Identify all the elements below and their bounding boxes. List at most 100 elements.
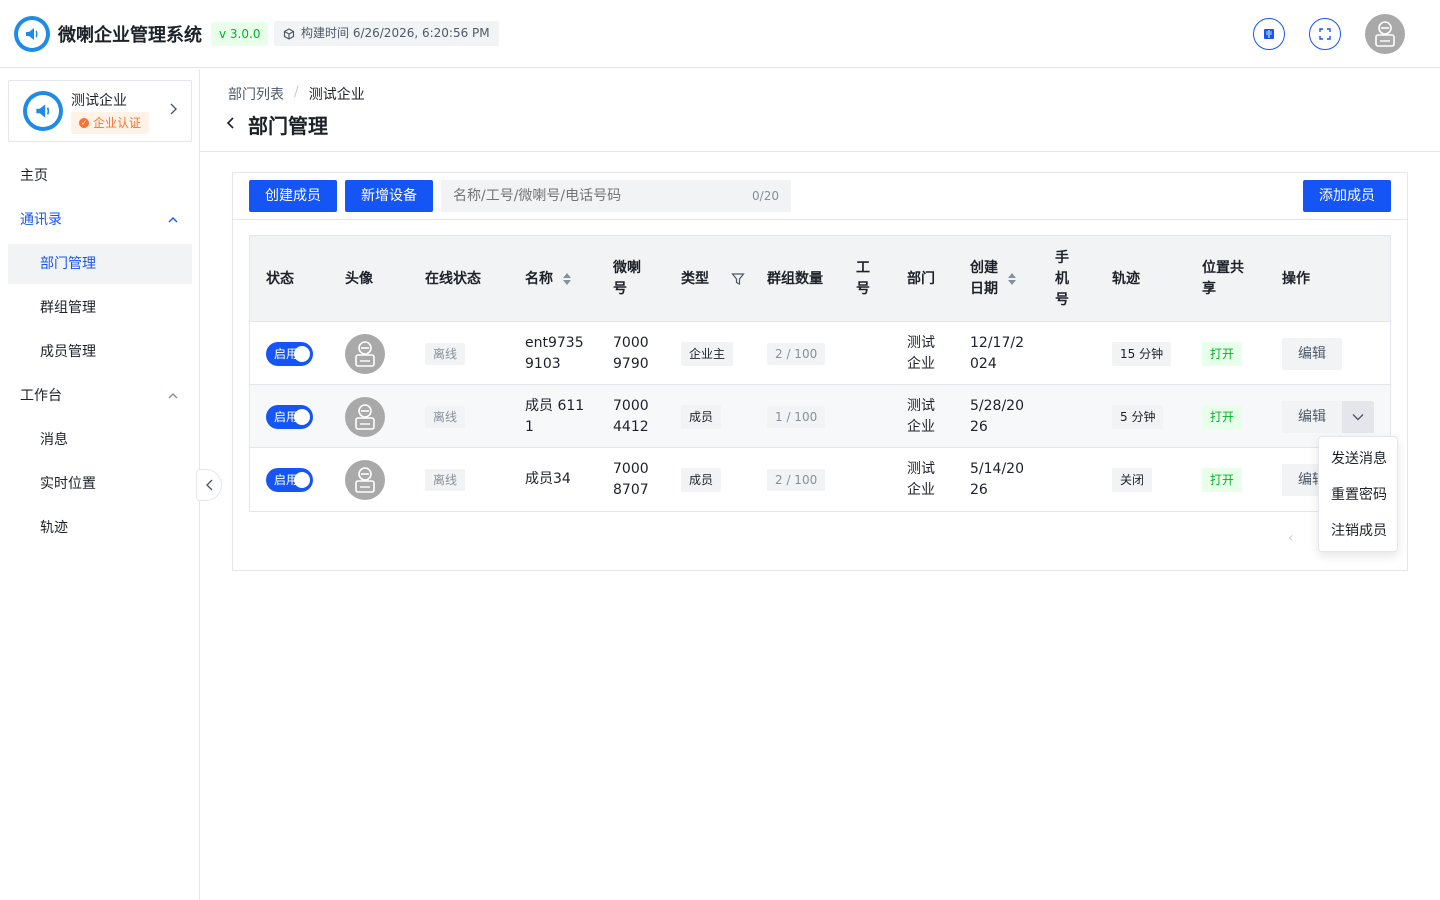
nav-messages[interactable]: 消息 — [8, 420, 192, 460]
build-time-badge: 构建时间 6/26/2026, 6:20:56 PM — [274, 21, 499, 46]
menu-item-reset-password[interactable]: 重置密码 — [1319, 477, 1397, 513]
col-name[interactable]: 名称 — [525, 236, 571, 322]
chevron-down-icon — [1352, 413, 1364, 420]
location-share-tag: 打开 — [1202, 467, 1243, 492]
nav-group-contacts[interactable]: 通讯录 — [8, 200, 192, 240]
type-tag: 成员 — [681, 467, 722, 492]
col-online: 在线状态 — [425, 270, 481, 287]
nav-group-workbench[interactable]: 工作台 — [8, 376, 192, 416]
member-avatar-icon — [345, 459, 385, 500]
add-member-button[interactable]: 添加成员 — [1303, 180, 1391, 212]
col-weila-id: 微喇 号 — [613, 260, 641, 297]
nav-realtime-location[interactable]: 实时位置 — [8, 464, 192, 504]
breadcrumb: 部门列表 / 测试企业 — [228, 84, 365, 104]
sort-icon[interactable] — [1008, 273, 1016, 285]
fullscreen-button[interactable] — [1309, 18, 1341, 50]
member-avatar-icon — [345, 333, 385, 374]
nav-label: 通讯录 — [20, 212, 62, 228]
table-header: 状态 头像 在线状态 名称 微喇 号 类型 群组数量 工 号 部门 创建 日期 … — [250, 236, 1390, 322]
sort-icon[interactable] — [563, 273, 571, 285]
nav-label: 工作台 — [20, 388, 62, 404]
member-name: 成员 611 1 — [525, 397, 585, 435]
member-table-card: 创建成员 新增设备 0/20 添加成员 状态 头像 在线状态 名称 微喇 号 类… — [232, 172, 1408, 571]
table-row: 启用 离线 成员 611 1 7000 4412 成员 1 / 100 测试 企… — [250, 385, 1390, 448]
group-count-tag: 1 / 100 — [767, 405, 826, 428]
col-created[interactable]: 创建 日期 — [970, 236, 1016, 322]
member-avatar-icon — [345, 396, 385, 437]
created-date: 12/17/2 024 — [970, 334, 1024, 372]
company-switcher[interactable]: 测试企业 ✓ 企业认证 — [8, 80, 192, 142]
nav-label: 群组管理 — [40, 300, 96, 316]
search-input[interactable] — [453, 180, 733, 212]
nav-home[interactable]: 主页 — [8, 156, 192, 196]
department-name: 测试 企业 — [907, 334, 935, 372]
status-toggle[interactable]: 启用 — [266, 404, 313, 429]
col-avatar: 头像 — [345, 270, 373, 287]
fullscreen-icon — [1319, 28, 1331, 40]
group-count-tag: 2 / 100 — [767, 342, 826, 365]
status-toggle[interactable]: 启用 — [266, 467, 313, 492]
collapse-sidebar-button[interactable] — [198, 469, 222, 501]
more-actions-dropdown: 发送消息 重置密码 注销成员 — [1318, 436, 1398, 552]
member-name: ent9735 9103 — [525, 334, 584, 372]
breadcrumb-separator: / — [294, 84, 299, 100]
cert-badge: ✓ 企业认证 — [71, 112, 150, 134]
filter-icon[interactable] — [731, 272, 745, 286]
menu-item-send-message[interactable]: 发送消息 — [1319, 441, 1397, 477]
breadcrumb-current: 测试企业 — [308, 87, 365, 103]
build-cube-icon — [283, 27, 295, 40]
build-time-text: 构建时间 6/26/2026, 6:20:56 PM — [301, 26, 490, 40]
nav-label: 成员管理 — [40, 344, 96, 360]
created-date: 5/14/20 26 — [970, 460, 1024, 498]
megaphone-logo-icon — [14, 16, 50, 52]
col-location-share: 位置共 享 — [1202, 260, 1244, 297]
pagination-prev-icon[interactable]: ‹ — [1288, 530, 1294, 546]
nav-label: 消息 — [40, 432, 68, 448]
nav-label: 部门管理 — [40, 256, 96, 272]
user-avatar-icon[interactable] — [1365, 14, 1405, 54]
online-status-tag: 离线 — [425, 405, 466, 428]
created-date: 5/28/20 26 — [970, 397, 1024, 435]
breadcrumb-item[interactable]: 部门列表 — [228, 84, 284, 104]
search-box: 0/20 — [441, 180, 791, 212]
edit-button[interactable]: 编辑 — [1282, 337, 1342, 370]
weila-id: 7000 8707 — [613, 460, 649, 498]
member-table: 状态 头像 在线状态 名称 微喇 号 类型 群组数量 工 号 部门 创建 日期 … — [249, 235, 1391, 512]
nav-label: 实时位置 — [40, 476, 96, 492]
weila-id: 7000 4412 — [613, 397, 649, 435]
nav-groups[interactable]: 群组管理 — [8, 288, 192, 328]
divider — [200, 151, 1440, 152]
table-row: 启用 离线 ent9735 9103 7000 9790 企业主 2 / 100… — [250, 322, 1390, 385]
track-interval-tag: 5 分钟 — [1112, 404, 1164, 429]
app-title: 微喇企业管理系统 — [58, 25, 202, 46]
track-interval-tag: 15 分钟 — [1112, 341, 1172, 366]
status-toggle[interactable]: 启用 — [266, 341, 313, 366]
nav-label: 主页 — [20, 168, 48, 184]
nav-members[interactable]: 成员管理 — [8, 332, 192, 372]
back-arrow-icon[interactable] — [224, 116, 238, 134]
search-char-count: 0/20 — [752, 189, 779, 203]
page-title: 部门管理 — [248, 114, 328, 138]
version-badge: v 3.0.0 — [211, 22, 269, 46]
col-track: 轨迹 — [1112, 270, 1140, 287]
chevron-left-icon — [205, 479, 212, 491]
member-name: 成员34 — [525, 471, 571, 487]
add-device-button[interactable]: 新增设备 — [345, 180, 433, 212]
edit-button[interactable]: 编辑 — [1282, 400, 1342, 433]
nav-label: 轨迹 — [40, 520, 68, 536]
menu-item-deactivate-member[interactable]: 注销成员 — [1319, 513, 1397, 549]
department-name: 测试 企业 — [907, 397, 935, 435]
nav-department[interactable]: 部门管理 — [8, 244, 192, 284]
create-member-button[interactable]: 创建成员 — [249, 180, 337, 212]
more-actions-button[interactable] — [1342, 400, 1374, 433]
sidebar: 测试企业 ✓ 企业认证 主页 通讯录 部门管理 群组管理 成员管理 工作台 消息… — [0, 69, 200, 900]
nav-track[interactable]: 轨迹 — [8, 508, 192, 548]
top-header: 微喇企业管理系统 v 3.0.0 构建时间 6/26/2026, 6:20:56… — [0, 0, 1440, 68]
type-tag: 企业主 — [681, 341, 734, 366]
weila-id: 7000 9790 — [613, 334, 649, 372]
book-button[interactable] — [1253, 18, 1285, 50]
toolbar-divider — [233, 219, 1407, 220]
online-status-tag: 离线 — [425, 342, 466, 365]
location-share-tag: 打开 — [1202, 404, 1243, 429]
table-row: 启用 离线 成员34 7000 8707 成员 2 / 100 测试 企业 5/… — [250, 448, 1390, 511]
